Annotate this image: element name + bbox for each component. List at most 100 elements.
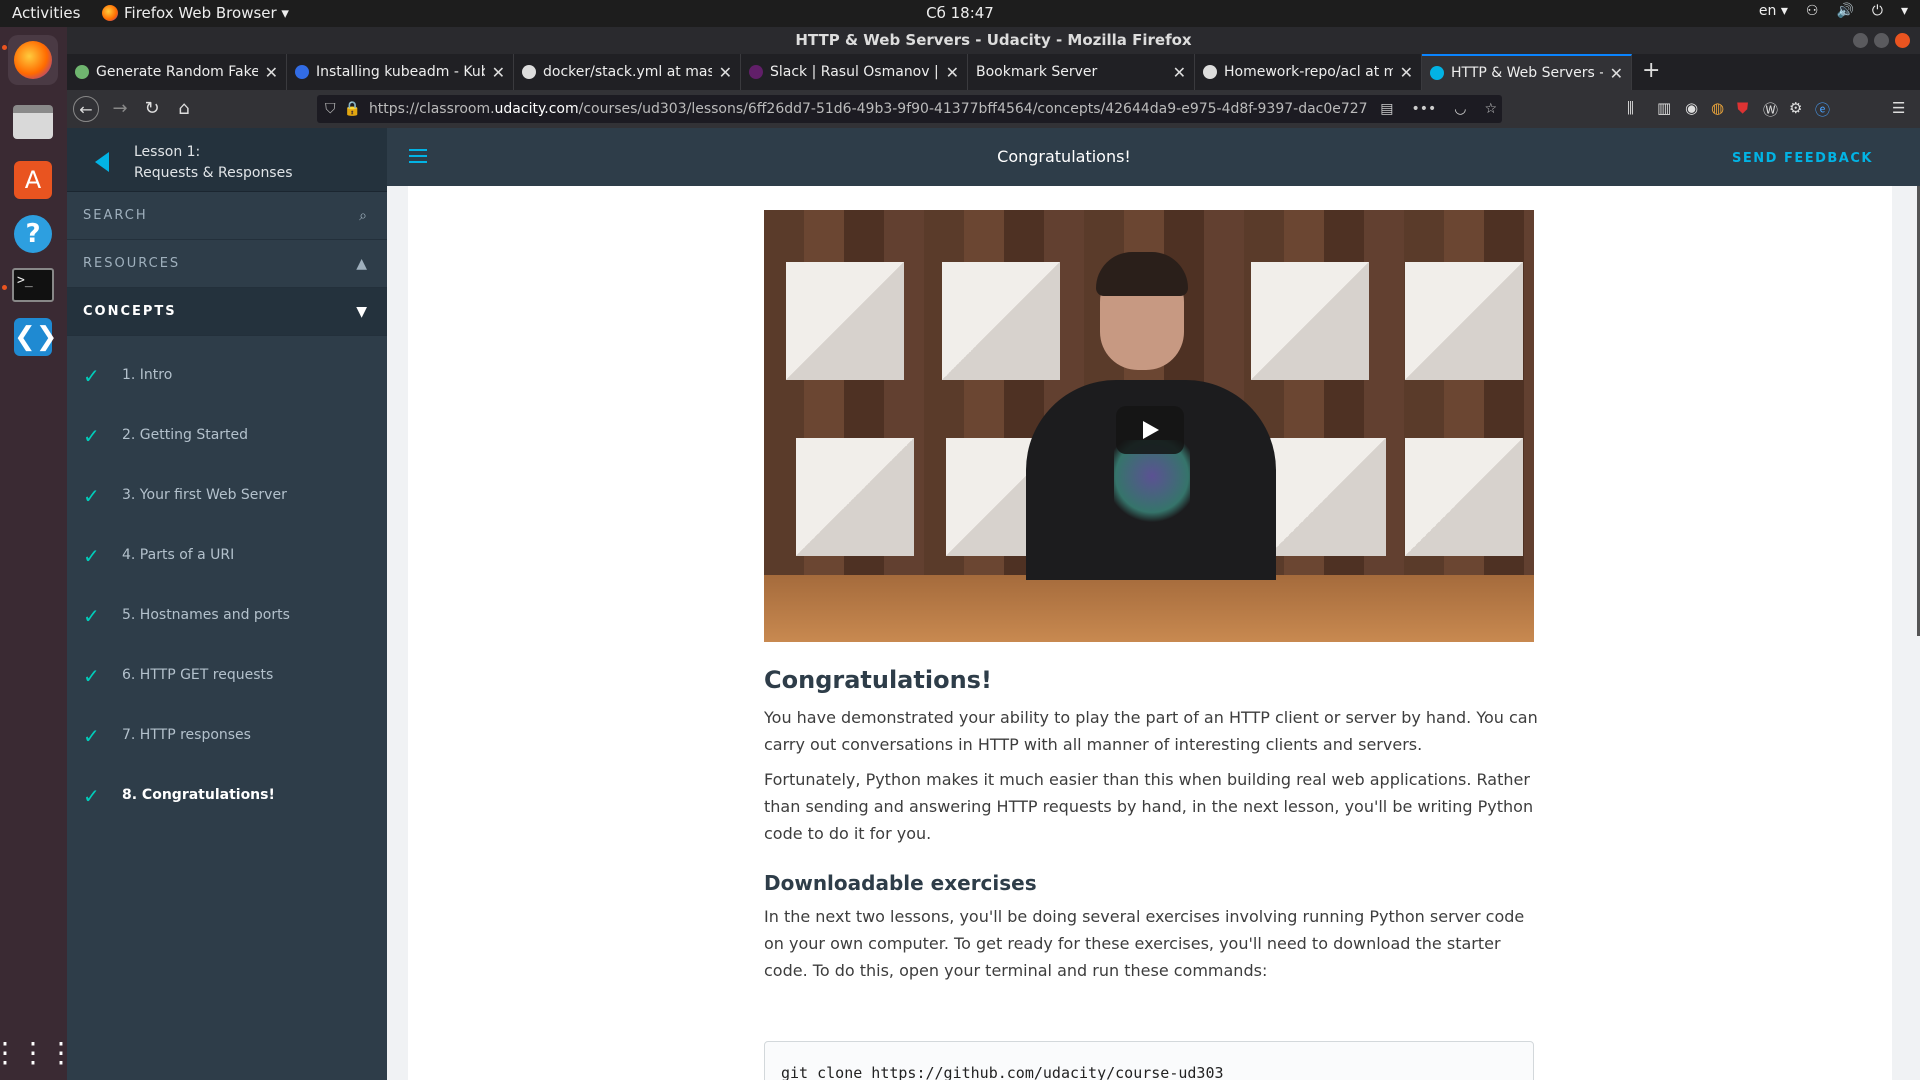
check-icon: ✓: [83, 484, 100, 508]
clock[interactable]: Сб 18:47: [926, 4, 994, 22]
sidebar-toggle-icon[interactable]: ▥: [1657, 99, 1671, 117]
video-player[interactable]: [764, 210, 1534, 642]
home-button[interactable]: ⌂: [171, 96, 197, 122]
back-arrow-icon[interactable]: [95, 152, 109, 172]
reload-button[interactable]: ↻: [139, 96, 165, 122]
close-tab-icon[interactable]: ✕: [492, 63, 505, 82]
favicon-icon: [522, 65, 536, 79]
concept-item-current[interactable]: ✓ 8. Congratulations!: [67, 766, 387, 826]
concept-label: 1. Intro: [122, 367, 173, 383]
system-top-bar: Activities Firefox Web Browser ▾ Сб 18:4…: [0, 0, 1920, 27]
dock: A ? >_ ❮❯ ⋮⋮⋮: [0, 27, 75, 1080]
wall-tile: [1405, 438, 1523, 556]
paragraph: In the next two lessons, you'll be doing…: [764, 907, 1525, 980]
lesson-header[interactable]: Lesson 1: Requests & Responses: [67, 128, 387, 192]
extension-puzzle-icon[interactable]: ⚙: [1789, 99, 1802, 117]
tab-item[interactable]: Installing kubeadm - Kub ✕: [287, 54, 514, 90]
ublock-icon[interactable]: ⛊: [1737, 99, 1748, 117]
close-tab-icon[interactable]: ✕: [1610, 64, 1623, 83]
extension-w-icon[interactable]: Ⓦ: [1763, 99, 1778, 120]
pocket-icon[interactable]: ◡: [1449, 101, 1471, 117]
close-tab-icon[interactable]: ✕: [719, 63, 732, 82]
close-tab-icon[interactable]: ✕: [1173, 63, 1186, 82]
maximize-button[interactable]: [1874, 33, 1889, 48]
concept-label: 6. HTTP GET requests: [122, 667, 274, 683]
back-button[interactable]: ←: [73, 96, 99, 122]
system-tray[interactable]: en ▾ ⚇ 🔊 ⏻ ▾: [1759, 3, 1908, 19]
concept-item[interactable]: ✓ 6. HTTP GET requests: [67, 646, 387, 706]
section-heading: Downloadable exercises: [764, 871, 1037, 895]
concept-item[interactable]: ✓ 1. Intro: [67, 346, 387, 406]
show-applications-icon[interactable]: ⋮⋮⋮: [0, 1027, 75, 1077]
files-icon: [13, 105, 53, 139]
concept-item[interactable]: ✓ 3. Your first Web Server: [67, 466, 387, 526]
forward-button[interactable]: →: [107, 96, 133, 122]
new-tab-button[interactable]: +: [1642, 58, 1660, 83]
terminal-dock-icon[interactable]: >_: [8, 260, 58, 310]
lesson-title: Requests & Responses: [134, 165, 293, 181]
url-text[interactable]: https://classroom.udacity.com/courses/ud…: [369, 101, 1367, 117]
running-indicator: [2, 45, 7, 50]
wall-tile: [786, 262, 904, 380]
tab-item[interactable]: Slack | Rasul Osmanov | O ✕: [741, 54, 968, 90]
tab-item-active[interactable]: HTTP & Web Servers - Ud ✕: [1422, 54, 1632, 90]
tab-title: HTTP & Web Servers - Ud: [1451, 65, 1603, 81]
sidebar-concepts-toggle[interactable]: CONCEPTS ▼: [67, 288, 387, 336]
app-menu[interactable]: Firefox Web Browser ▾: [102, 4, 289, 22]
search-icon[interactable]: ⌕: [359, 208, 367, 224]
close-tab-icon[interactable]: ✕: [946, 63, 959, 82]
account-icon[interactable]: ◉: [1685, 99, 1698, 117]
tab-item[interactable]: docker/stack.yml at mast ✕: [514, 54, 741, 90]
concept-item[interactable]: ✓ 5. Hostnames and ports: [67, 586, 387, 646]
software-dock-icon[interactable]: A: [8, 155, 58, 205]
concept-item[interactable]: ✓ 4. Parts of a URI: [67, 526, 387, 586]
extension-e-icon[interactable]: ⓔ: [1815, 99, 1830, 120]
tab-item[interactable]: Generate Random Fake N ✕: [67, 54, 287, 90]
close-tab-icon[interactable]: ✕: [265, 63, 278, 82]
close-window-button[interactable]: [1895, 33, 1910, 48]
chevron-down-icon: ▼: [356, 304, 367, 320]
library-icon[interactable]: ⫼: [1627, 99, 1634, 117]
code-block[interactable]: git clone https://github.com/udacity/cou…: [764, 1041, 1534, 1080]
chevron-down-icon: ▾: [1900, 3, 1908, 19]
help-icon: ?: [14, 215, 52, 253]
sidebar-search[interactable]: SEARCH ⌕: [67, 192, 387, 240]
lesson-content: Congratulations! You have demonstrated y…: [408, 186, 1892, 1080]
language-indicator[interactable]: en ▾: [1759, 3, 1788, 19]
concepts-label: CONCEPTS: [83, 304, 177, 319]
concept-item[interactable]: ✓ 2. Getting Started: [67, 406, 387, 466]
sidebar-resources-toggle[interactable]: RESOURCES ▲: [67, 240, 387, 288]
extension-icon[interactable]: ◍: [1711, 99, 1724, 117]
minimize-button[interactable]: [1853, 33, 1868, 48]
tab-item[interactable]: Homework-repo/acl at m ✕: [1195, 54, 1422, 90]
tab-bar: Generate Random Fake N ✕ Installing kube…: [67, 54, 1920, 90]
url-bar[interactable]: ⛉ 🔒 https://classroom.udacity.com/course…: [317, 95, 1502, 123]
close-tab-icon[interactable]: ✕: [1400, 63, 1413, 82]
vscode-icon: ❮❯: [14, 318, 58, 356]
network-icon: ⚇: [1805, 3, 1819, 19]
firefox-dock-icon[interactable]: [8, 35, 58, 85]
shield-icon[interactable]: ⛉: [325, 101, 336, 117]
tab-item[interactable]: Bookmark Server ✕: [968, 54, 1195, 90]
lock-icon[interactable]: 🔒: [344, 101, 361, 117]
concept-label: 2. Getting Started: [122, 427, 249, 443]
wall-tile: [942, 262, 1060, 380]
power-icon: ⏻: [1871, 3, 1883, 19]
files-dock-icon[interactable]: [8, 97, 58, 147]
send-feedback-link[interactable]: SEND FEEDBACK: [1732, 151, 1873, 166]
hamburger-menu-icon[interactable]: ☰: [1892, 99, 1905, 117]
vscode-dock-icon[interactable]: ❮❯: [8, 312, 58, 362]
reader-view-icon[interactable]: ▤: [1375, 101, 1398, 117]
firefox-logo-icon: [14, 41, 52, 79]
favicon-icon: [75, 65, 89, 79]
concept-item[interactable]: ✓ 7. HTTP responses: [67, 706, 387, 766]
favicon-icon: [1430, 66, 1444, 80]
window-title: HTTP & Web Servers - Udacity - Mozilla F…: [795, 31, 1192, 49]
activities-button[interactable]: Activities: [12, 4, 80, 22]
help-dock-icon[interactable]: ?: [8, 209, 58, 259]
play-button-icon[interactable]: [1116, 406, 1184, 454]
concept-label: 3. Your first Web Server: [122, 487, 287, 503]
bookmark-star-icon[interactable]: ☆: [1479, 101, 1502, 117]
favicon-icon: [1203, 65, 1217, 79]
page-actions-icon[interactable]: •••: [1406, 101, 1441, 117]
